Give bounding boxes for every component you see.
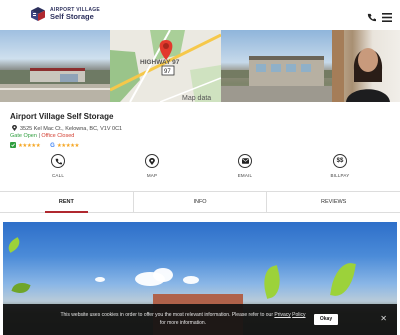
review-badge-icon — [10, 142, 16, 150]
map-road-label: HIGHWAY 97 — [140, 59, 180, 66]
dollar-icon: $$ — [333, 154, 347, 168]
close-icon[interactable]: ✕ — [380, 314, 387, 323]
menu-icon[interactable] — [382, 9, 392, 27]
facility-address[interactable]: 3525 Kel Mac Ct., Kelowna, BC, V1V 0C1 — [12, 125, 122, 133]
phone-icon — [51, 154, 65, 168]
cookie-message: This website uses cookies in order to of… — [58, 312, 308, 328]
privacy-policy-link[interactable]: Privacy — [274, 312, 290, 318]
phone-icon[interactable] — [367, 9, 376, 27]
cookie-text-before: This website uses cookies in order to of… — [60, 312, 275, 318]
facility-photo-1[interactable] — [0, 30, 110, 102]
call-button[interactable]: CALL — [43, 154, 73, 178]
rating-review-site[interactable]: ★★★★★ — [10, 142, 41, 150]
staff-photo[interactable] — [332, 30, 400, 102]
facility-photo-2[interactable] — [221, 30, 332, 102]
map-shield-label: 97 — [164, 69, 171, 75]
action-bar: CALL MAP EMAIL $$ BILLPAY — [0, 154, 400, 184]
cloud — [153, 268, 173, 282]
map-watermark: Map data — [182, 95, 211, 102]
map-button[interactable]: MAP — [137, 154, 167, 178]
facility-name: Airport Village Self Storage — [10, 112, 114, 121]
logo[interactable]: AIRPORT VILLAGE Self Storage — [30, 6, 100, 22]
address-text: 3525 Kel Mac Ct., Kelowna, BC, V1V 0C1 — [20, 126, 123, 132]
logo-cube-icon — [30, 6, 46, 22]
ratings-row: ★★★★★ G ★★★★★ — [10, 142, 79, 150]
okay-button[interactable]: Okay — [314, 314, 338, 325]
cookie-banner: This website uses cookies in order to of… — [3, 304, 397, 335]
tab-reviews[interactable]: REVIEWS — [267, 192, 400, 212]
leaf — [5, 237, 23, 253]
map-label: MAP — [146, 173, 158, 178]
google-icon: G — [50, 143, 55, 149]
location-pin-icon — [12, 125, 17, 133]
call-label: CALL — [51, 173, 65, 178]
tab-rent[interactable]: RENT — [0, 192, 134, 213]
office-status: Office Closed — [41, 133, 75, 139]
tab-bar: RENT INFO REVIEWS — [0, 191, 400, 213]
cloud — [183, 276, 199, 284]
gate-status: Gate Open — [10, 133, 37, 139]
email-icon — [238, 154, 252, 168]
logo-line2: Self Storage — [50, 11, 94, 21]
email-label: EMAIL — [237, 173, 253, 178]
billpay-label: BILLPAY — [330, 173, 350, 178]
leaf — [259, 265, 285, 299]
tab-info[interactable]: INFO — [134, 192, 268, 212]
status-separator: | — [38, 133, 40, 139]
privacy-policy-link-2[interactable]: Policy — [292, 312, 305, 318]
facility-status: Gate Open | Office Closed — [10, 133, 74, 139]
leaf — [330, 260, 356, 299]
rating-stars: ★★★★★ — [56, 143, 80, 149]
cloud — [95, 277, 105, 282]
cookie-text-after: for more information. — [159, 319, 207, 326]
map-thumbnail[interactable]: HIGHWAY 97 97 Map data — [110, 30, 221, 102]
photo-carousel[interactable]: HIGHWAY 97 97 Map data — [0, 30, 400, 102]
rating-stars: ★★★★★ — [18, 143, 41, 149]
email-button[interactable]: EMAIL — [230, 154, 260, 178]
leaf — [11, 279, 31, 297]
rating-google[interactable]: G ★★★★★ — [50, 143, 79, 149]
site-header: AIRPORT VILLAGE Self Storage — [0, 0, 400, 30]
map-pin-icon — [145, 154, 159, 168]
billpay-button[interactable]: $$ BILLPAY — [325, 154, 355, 178]
